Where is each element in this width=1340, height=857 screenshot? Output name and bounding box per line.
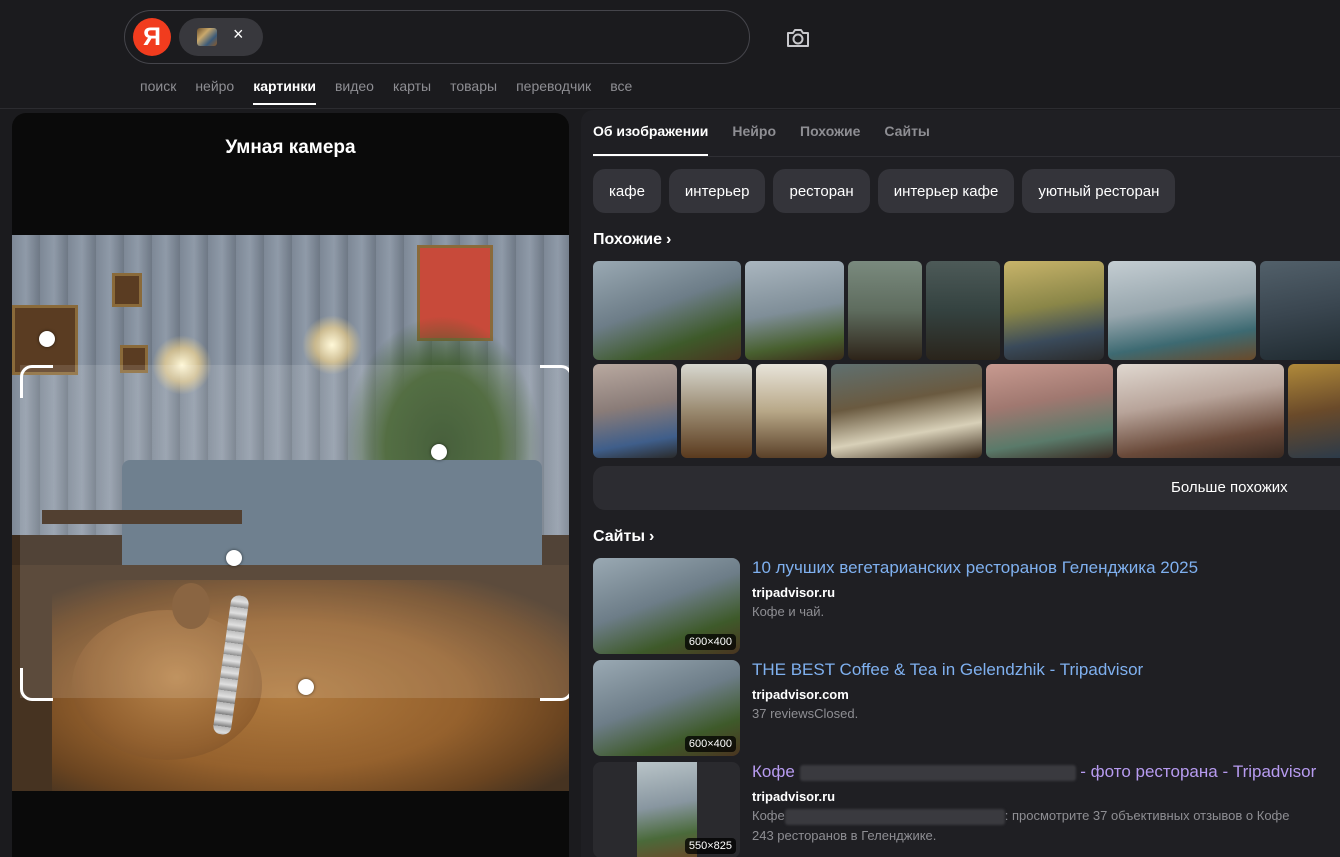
site-description: 37 reviewsClosed. [752, 706, 859, 721]
image-size-badge: 550×825 [684, 838, 736, 854]
similar-image[interactable] [1288, 364, 1340, 458]
site-desc-prefix: Кофе [752, 808, 785, 823]
object-dot[interactable] [39, 331, 55, 347]
tab-about-image[interactable]: Об изображении [593, 123, 709, 156]
similar-image[interactable] [1260, 261, 1340, 360]
crop-handle-bottom-left[interactable] [20, 668, 53, 701]
nav-images[interactable]: картинки [253, 78, 316, 105]
result-tabs: Об изображении Нейро Похожие Сайты [593, 123, 954, 156]
site-title-link[interactable]: THE BEST Coffee & Tea in Gelendzhik - Tr… [752, 660, 1143, 680]
similar-image[interactable] [745, 261, 844, 360]
sites-title-text: Сайты [593, 528, 645, 545]
results-panel: Об изображении Нейро Похожие Сайты кафе … [581, 110, 1340, 857]
chevron-right-icon: › [648, 528, 655, 545]
sites-section-title[interactable]: Сайты › [593, 528, 654, 546]
nav-neuro[interactable]: нейро [195, 78, 234, 103]
site-title-prefix: Кофе [752, 762, 795, 781]
more-similar-button[interactable]: Больше похожих [593, 466, 1340, 510]
similar-title-text: Похожие [593, 231, 663, 248]
similar-image[interactable] [593, 261, 741, 360]
tab-sites[interactable]: Сайты [884, 123, 930, 156]
nav-maps[interactable]: карты [393, 78, 431, 103]
site-domain[interactable]: tripadvisor.ru [752, 789, 835, 804]
image-query-chip[interactable]: × [179, 18, 263, 56]
tag-chip[interactable]: ресторан [773, 169, 870, 213]
site-result: 600×400 THE BEST Coffee & Tea in Gelendz… [593, 660, 1340, 756]
similar-image[interactable] [926, 261, 1000, 360]
similar-image[interactable] [1117, 364, 1284, 458]
image-size-badge: 600×400 [684, 634, 736, 650]
crop-handle-top-left[interactable] [20, 365, 53, 398]
tag-chip[interactable]: уютный ресторан [1022, 169, 1176, 213]
site-domain[interactable]: tripadvisor.ru [752, 585, 835, 600]
site-description-line2: 243 ресторанов в Геленджике. [752, 828, 937, 843]
tab-neuro[interactable]: Нейро [732, 123, 776, 156]
similar-image[interactable] [831, 364, 982, 458]
site-result: 600×400 10 лучших вегетарианских рестора… [593, 558, 1340, 654]
object-dot[interactable] [226, 550, 242, 566]
site-title-suffix: - фото ресторана - Tripadvisor [1080, 762, 1317, 781]
search-nav: поиск нейро картинки видео карты товары … [140, 78, 651, 105]
chevron-right-icon: › [666, 231, 672, 248]
similar-image[interactable] [848, 261, 922, 360]
image-size-badge: 600×400 [684, 736, 736, 752]
nav-search[interactable]: поиск [140, 78, 176, 103]
site-thumbnail[interactable]: 600×400 [593, 660, 740, 756]
similar-image[interactable] [1108, 261, 1256, 360]
tag-chip[interactable]: интерьер [668, 169, 766, 213]
object-dot[interactable] [431, 444, 447, 460]
yandex-logo[interactable]: Я [133, 18, 171, 56]
crop-handle-top-right[interactable] [540, 365, 569, 398]
nav-translator[interactable]: переводчик [516, 78, 591, 103]
tag-chip[interactable]: интерьер кафе [877, 169, 1015, 213]
more-similar-label: Больше похожих [1171, 479, 1288, 496]
photo-frame [112, 273, 142, 307]
tab-similar[interactable]: Похожие [800, 123, 860, 156]
similar-image[interactable] [1004, 261, 1104, 360]
search-box[interactable]: Я × [124, 10, 750, 64]
site-thumbnail[interactable]: 600×400 [593, 558, 740, 654]
smart-camera-panel: Умная камера [12, 113, 569, 857]
panel-title: Умная камера [225, 137, 356, 158]
site-domain[interactable]: tripadvisor.com [752, 687, 849, 702]
crop-handle-bottom-right[interactable] [540, 668, 569, 701]
similar-image[interactable] [986, 364, 1113, 458]
similar-image[interactable] [756, 364, 827, 458]
tag-chip[interactable]: кафе [593, 169, 661, 213]
site-result: 550×825 Кофе - фото ресторана - Tripadvi… [593, 762, 1340, 857]
redacted-text [784, 808, 1005, 825]
similar-image[interactable] [593, 364, 677, 458]
nav-all[interactable]: все [610, 78, 632, 103]
nav-products[interactable]: товары [450, 78, 497, 103]
site-description: Кофе и чай. [752, 604, 825, 619]
similar-section-title[interactable]: Похожие › [593, 231, 671, 249]
object-dot[interactable] [298, 679, 314, 695]
tag-list: кафе интерьер ресторан интерьер кафе уют… [593, 169, 1176, 213]
close-icon[interactable]: × [233, 24, 244, 45]
query-photo [12, 235, 569, 791]
redacted-text [799, 764, 1076, 781]
site-thumbnail[interactable]: 550×825 [593, 762, 740, 857]
header: Я × поиск нейро картинки видео карты тов… [0, 0, 1340, 109]
tabs-divider [593, 156, 1340, 157]
selection-area[interactable] [20, 365, 569, 698]
site-description: Кофе : просмотрите 37 объективных отзывов… [752, 808, 1289, 825]
site-desc-suffix: : просмотрите 37 объективных отзывов о К… [1004, 808, 1290, 823]
query-image-thumb [197, 28, 217, 46]
nav-video[interactable]: видео [335, 78, 374, 103]
camera-search-icon[interactable] [784, 24, 812, 52]
similar-image[interactable] [681, 364, 752, 458]
site-title-link[interactable]: Кофе - фото ресторана - Tripadvisor [752, 762, 1316, 782]
site-title-link[interactable]: 10 лучших вегетарианских ресторанов Геле… [752, 558, 1198, 578]
